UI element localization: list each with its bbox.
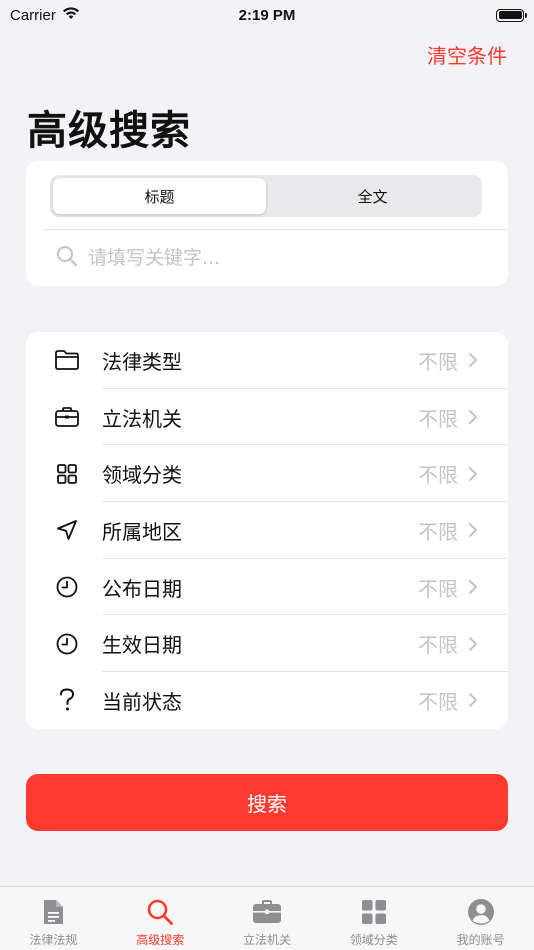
filter-label: 所属地区 xyxy=(102,519,182,544)
chevron-right-icon xyxy=(468,635,482,653)
filter-label: 法律类型 xyxy=(102,349,182,374)
segment-title[interactable]: 标题 xyxy=(53,178,266,214)
tab-label: 领域分类 xyxy=(349,933,398,947)
filter-value: 不限 xyxy=(418,406,458,431)
search-row xyxy=(56,243,488,273)
filter-value: 不限 xyxy=(418,463,458,488)
grid-icon xyxy=(359,897,389,927)
tab-legislative-body[interactable]: 立法机关 xyxy=(214,887,321,950)
status-bar: Carrier 2:19 PM xyxy=(0,0,534,30)
filter-list: 法律类型 不限 立法机关 不限 领域分类 不限 所属地区 不限 公布日期 不限 … xyxy=(26,332,508,729)
search-icon xyxy=(56,245,78,271)
clear-conditions-button[interactable]: 清空条件 xyxy=(427,40,507,69)
briefcase-icon xyxy=(252,897,282,927)
filter-row-legislative-body[interactable]: 立法机关 不限 xyxy=(26,389,508,446)
filter-value: 不限 xyxy=(418,576,458,601)
page-title: 高级搜索 xyxy=(27,108,191,154)
tab-label: 我的账号 xyxy=(456,933,505,947)
segment-fulltext[interactable]: 全文 xyxy=(266,178,479,214)
tab-label: 立法机关 xyxy=(242,933,291,947)
filter-row-region[interactable]: 所属地区 不限 xyxy=(26,502,508,559)
briefcase-icon xyxy=(53,403,81,431)
tab-label: 法律法规 xyxy=(29,933,78,947)
tab-laws[interactable]: 法律法规 xyxy=(0,887,107,950)
filter-value: 不限 xyxy=(418,519,458,544)
filter-label: 领域分类 xyxy=(102,463,182,488)
filter-value: 不限 xyxy=(418,633,458,658)
chevron-right-icon xyxy=(468,465,482,483)
tab-label: 高级搜索 xyxy=(136,933,185,947)
chevron-right-icon xyxy=(468,408,482,426)
filter-label: 生效日期 xyxy=(102,633,182,658)
filter-value: 不限 xyxy=(418,689,458,714)
chevron-right-icon xyxy=(468,578,482,596)
clock-icon xyxy=(53,573,81,601)
status-left: Carrier xyxy=(10,6,80,24)
folder-icon xyxy=(53,346,81,374)
question-icon xyxy=(53,686,81,714)
filter-row-publish-date[interactable]: 公布日期 不限 xyxy=(26,559,508,616)
search-mode-segmented-control: 标题 全文 xyxy=(50,175,482,217)
tab-bar: 法律法规 高级搜索 立法机关 领域分类 我的账号 xyxy=(0,886,534,950)
person-icon xyxy=(466,897,496,927)
filter-value: 不限 xyxy=(418,349,458,374)
chevron-right-icon xyxy=(468,521,482,539)
filter-row-current-status[interactable]: 当前状态 不限 xyxy=(26,672,508,729)
filter-row-law-type[interactable]: 法律类型 不限 xyxy=(26,332,508,389)
wifi-icon xyxy=(62,6,80,24)
search-button[interactable]: 搜索 xyxy=(26,774,508,831)
filter-label: 公布日期 xyxy=(102,576,182,601)
filter-row-domain-category[interactable]: 领域分类 不限 xyxy=(26,445,508,503)
search-card: 标题 全文 xyxy=(26,161,508,286)
tab-domain-category[interactable]: 领域分类 xyxy=(320,887,427,950)
clock-icon xyxy=(53,630,81,658)
location-arrow-icon xyxy=(53,516,81,544)
grid-icon xyxy=(53,460,81,488)
chevron-right-icon xyxy=(468,691,482,709)
filter-label: 当前状态 xyxy=(102,689,182,714)
carrier-label: Carrier xyxy=(10,6,56,24)
status-time: 2:19 PM xyxy=(238,6,296,24)
keyword-input[interactable] xyxy=(88,247,488,269)
divider xyxy=(44,229,508,230)
filter-label: 立法机关 xyxy=(102,406,182,431)
search-icon xyxy=(145,897,175,927)
tab-advanced-search[interactable]: 高级搜索 xyxy=(107,887,214,950)
chevron-right-icon xyxy=(468,351,482,369)
battery-icon xyxy=(496,8,527,22)
document-icon xyxy=(38,897,68,927)
filter-row-effective-date[interactable]: 生效日期 不限 xyxy=(26,615,508,673)
tab-my-account[interactable]: 我的账号 xyxy=(427,887,534,950)
